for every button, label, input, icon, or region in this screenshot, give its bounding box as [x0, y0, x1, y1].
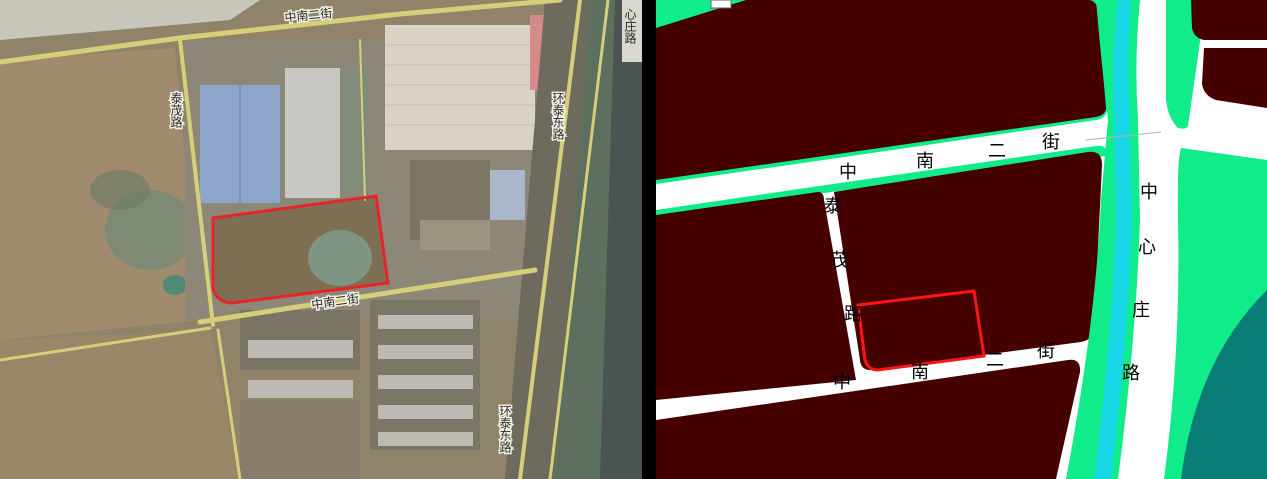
vegetation-patch [90, 170, 150, 210]
label-zhongnan-2-upper-4: 街 [1042, 132, 1060, 153]
planning-map-panel: 中 南 二 街 泰 茂 路 中 南 二 街 中 心 庄 路 [656, 0, 1267, 479]
yard-structures [420, 220, 490, 250]
south-factory-yard [240, 400, 360, 479]
satellite-map-panel: 中南二街 中南二街 中南二街 中南二街 泰茂路 泰茂路 环泰东路 环泰东路 环泰… [0, 0, 642, 479]
label-zhongxinzhuang-1: 中 [1140, 182, 1158, 203]
map-marker [710, 0, 732, 9]
label-zhongnan-2-lower-2: 南 [911, 362, 929, 383]
barren-field-southwest [0, 330, 240, 479]
grey-roof-building [285, 68, 340, 198]
label-taimao-1: 泰 [824, 196, 842, 217]
label-zhongnan-2-lower-1: 中 [833, 372, 851, 393]
small-blue-building [490, 170, 525, 220]
label-taimao-2: 茂 [831, 250, 849, 271]
label-taimao-3: 路 [844, 304, 862, 325]
planning-map: 中 南 二 街 泰 茂 路 中 南 二 街 中 心 庄 路 [656, 0, 1267, 479]
panel-divider [642, 0, 656, 479]
label-zhongxinzhuang-2: 心 [1138, 237, 1156, 258]
white-warehouse [385, 25, 535, 150]
label-zhongnan-2-lower-4: 街 [1037, 341, 1055, 362]
parcel-vegetation [308, 230, 372, 286]
label-zhongnan-2-upper-1: 中 [839, 162, 857, 183]
tree-clump [163, 275, 187, 295]
label-huantai-east-north: 环泰东路 [551, 92, 565, 141]
label-zhongnan-2-lower-3: 二 [986, 350, 1004, 371]
label-taimao: 泰茂路 [169, 92, 183, 129]
label-zhongxinzhuang-4: 路 [1122, 363, 1140, 384]
land-parcel-west [656, 192, 856, 400]
label-huantai-east-south: 环泰东路 [498, 405, 512, 454]
label-zhongnan-2-upper-3: 二 [988, 141, 1006, 162]
label-zhongxinzhuang: 心庄路 [623, 8, 637, 45]
satellite-map: 中南二街 中南二街 中南二街 中南二街 泰茂路 泰茂路 环泰东路 环泰东路 环泰… [0, 0, 642, 479]
label-zhongxinzhuang-3: 庄 [1132, 300, 1150, 321]
label-zhongnan-2-upper-2: 南 [916, 151, 934, 172]
